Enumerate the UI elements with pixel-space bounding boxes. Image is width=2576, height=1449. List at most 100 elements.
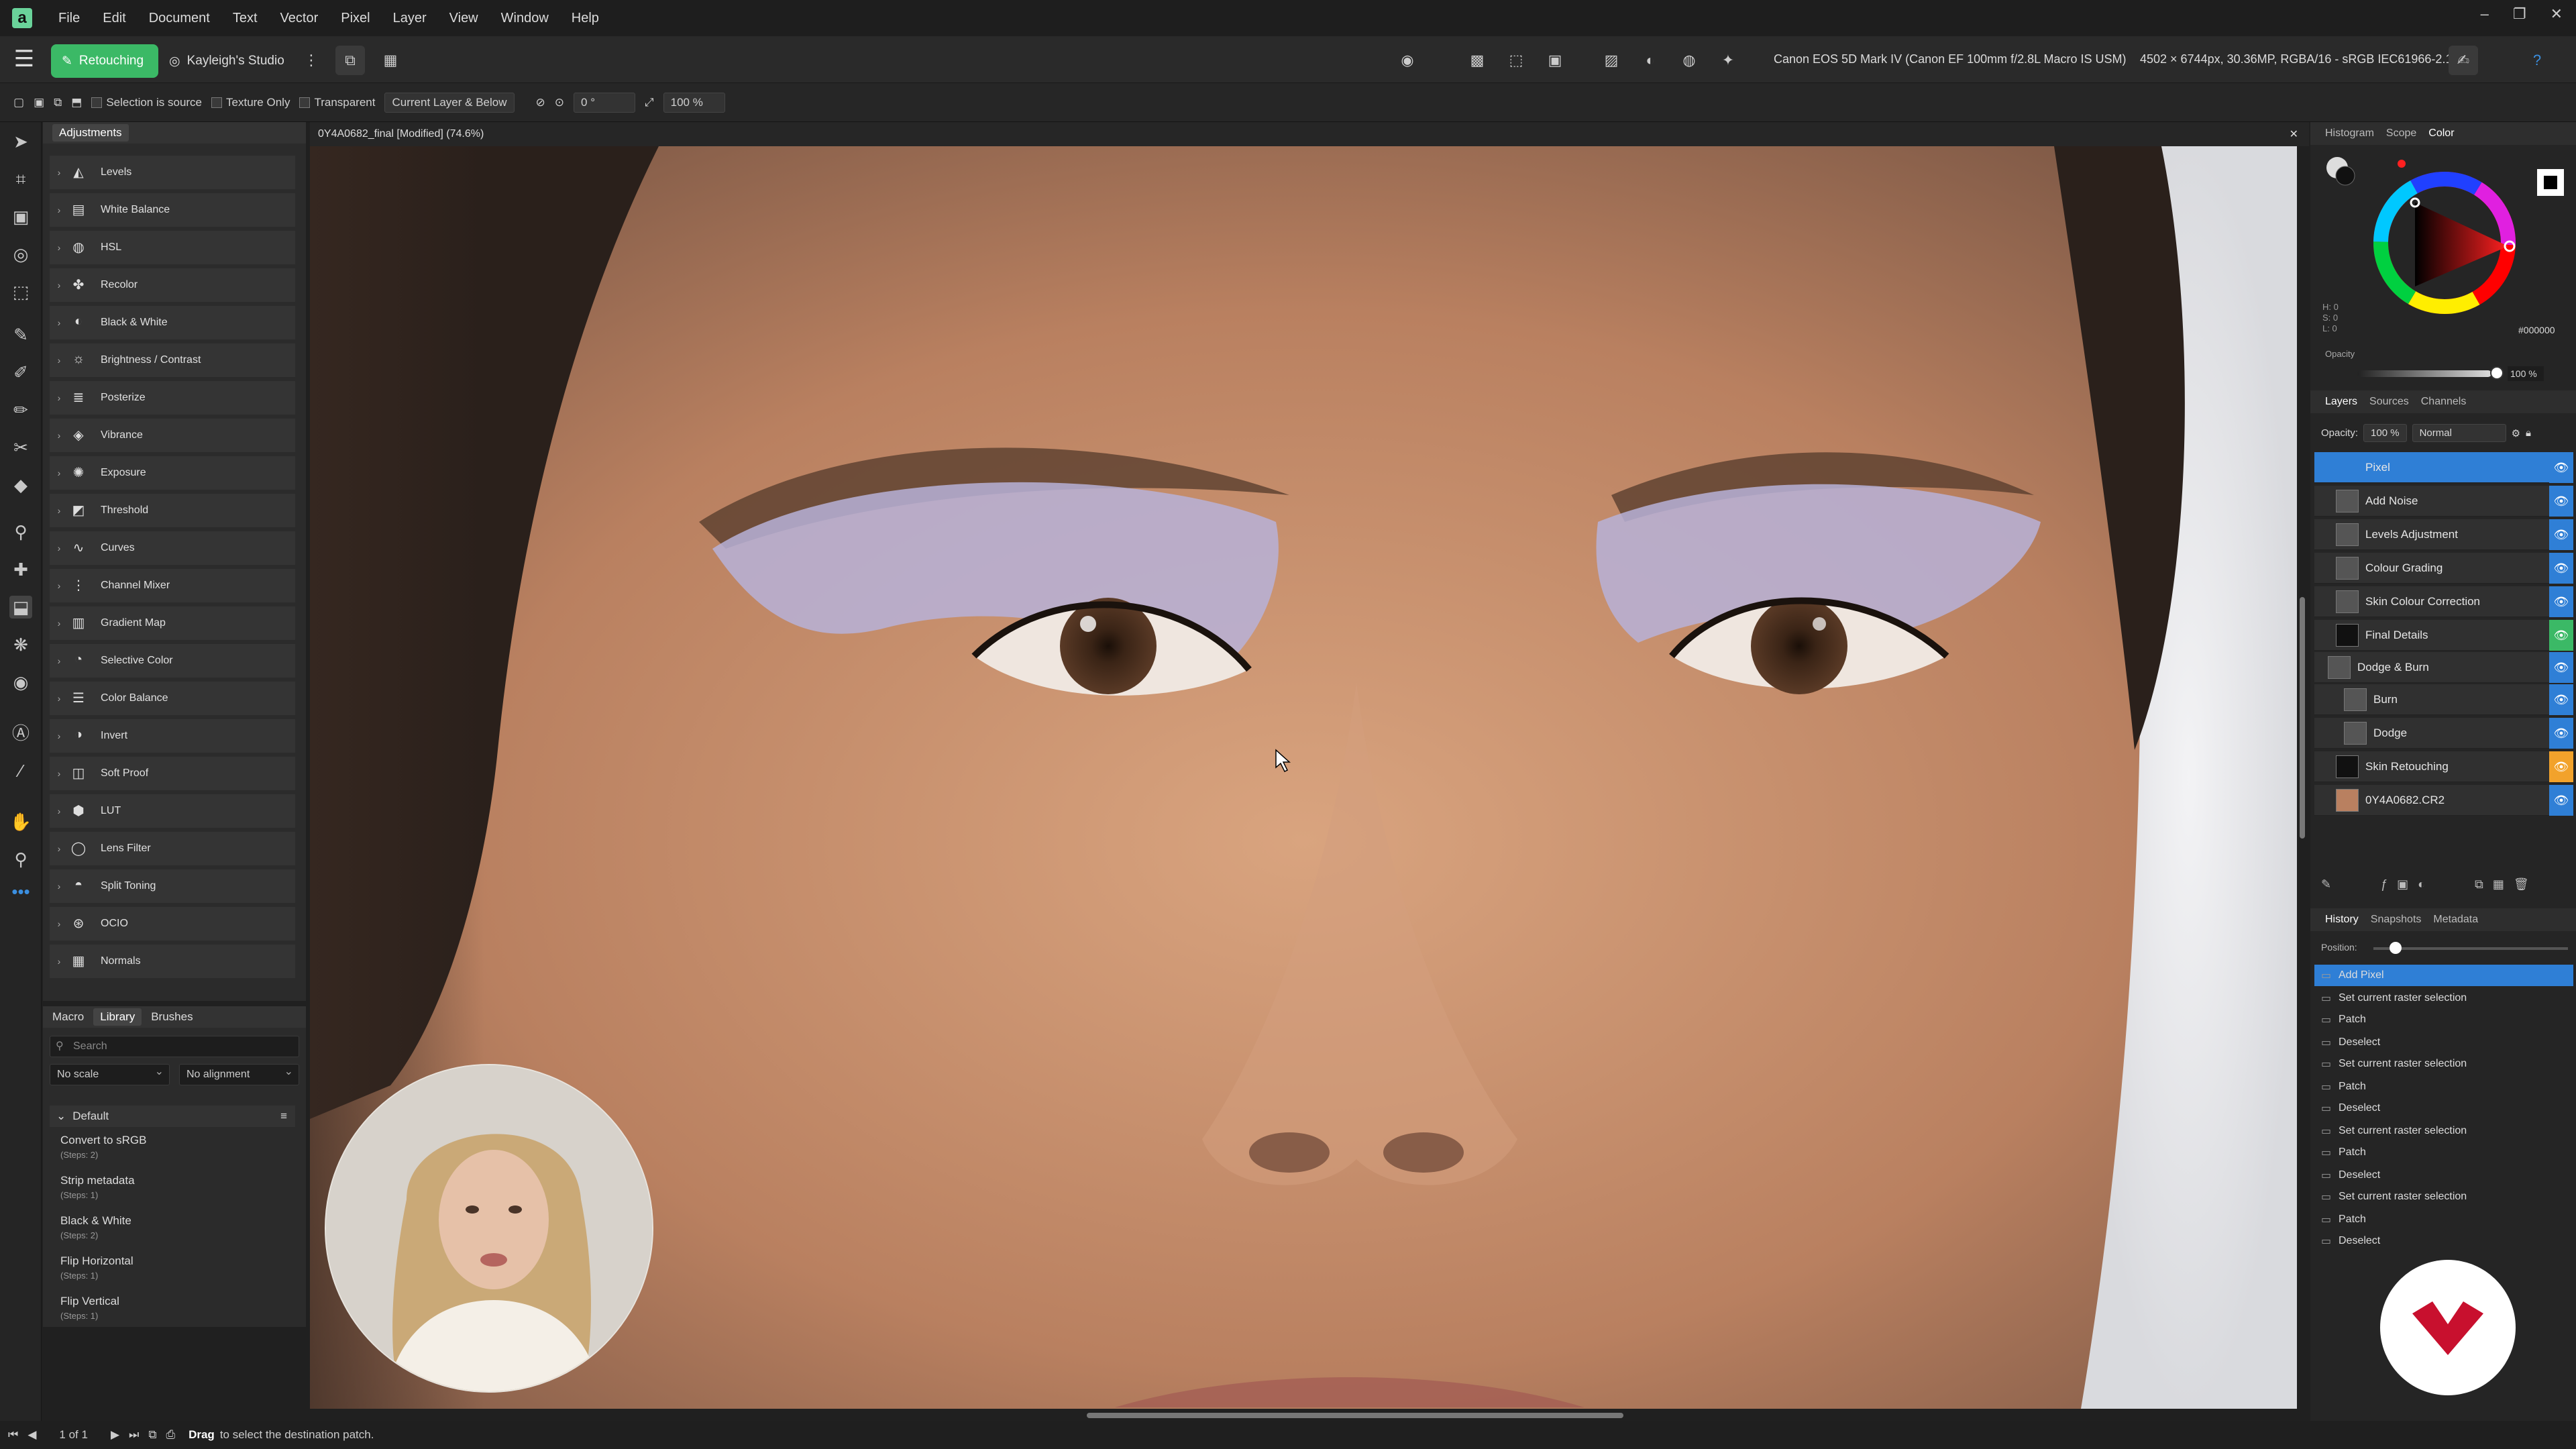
layer-row-skin-correction[interactable]: Skin Colour Correction 👁︎ <box>2314 586 2573 617</box>
mask-icon[interactable]: ▣ <box>2397 877 2408 892</box>
tab-histogram[interactable]: Histogram <box>2325 127 2374 140</box>
select-invert-icon[interactable]: ▣ <box>1540 46 1570 75</box>
mask-icon[interactable]: ◐ <box>1635 46 1665 75</box>
layer-row-burn[interactable]: Burn 👁︎ <box>2314 684 2573 715</box>
vector-tool-icon[interactable]: Ⓐ <box>9 722 32 745</box>
adj-ocio[interactable]: › ⊛ OCIO <box>50 907 295 941</box>
menu-edit[interactable]: Edit <box>91 11 137 26</box>
adjustments-tab[interactable]: Adjustments <box>52 124 129 142</box>
macro-group-header[interactable]: ⌄ Default ≡ <box>50 1106 295 1127</box>
snapping-icon[interactable]: ◉ <box>1393 46 1422 75</box>
pin-icon[interactable]: ✦ <box>1713 46 1743 75</box>
layer-row-colour-grading[interactable]: Colour Grading 👁︎ <box>2314 553 2573 584</box>
lens-tool-icon[interactable]: ◎ <box>9 243 32 266</box>
new-layer-icon[interactable]: ⧉ <box>2475 877 2483 892</box>
adj-selective-color[interactable]: › ◔ Selective Color <box>50 644 295 678</box>
adj-channel-mixer[interactable]: › ⋮ Channel Mixer <box>50 569 295 602</box>
alignment-select[interactable]: No alignment <box>179 1062 299 1085</box>
first-page-icon[interactable]: ⏮ <box>8 1428 18 1442</box>
menu-layer[interactable]: Layer <box>382 11 438 26</box>
blend-mode-select[interactable]: Normal <box>2412 424 2506 442</box>
last-page-icon[interactable]: ⏭ <box>129 1428 139 1442</box>
tab-sources[interactable]: Sources <box>2369 396 2409 408</box>
opacity-field[interactable]: 100 % <box>2508 366 2544 381</box>
opacity-slider[interactable] <box>2357 370 2491 377</box>
adj-normals[interactable]: › ▦ Normals <box>50 945 295 978</box>
tab-snapshots[interactable]: Snapshots <box>2371 914 2422 926</box>
rotation-field[interactable]: 0 ° <box>574 92 636 113</box>
fx-icon[interactable]: ƒ <box>2381 877 2387 892</box>
horizontal-scrollbar[interactable] <box>1087 1413 1623 1418</box>
info-icon[interactable]: ? <box>2522 46 2552 75</box>
hex-field[interactable]: #000000 <box>2518 325 2555 335</box>
color-picker-tool-icon[interactable]: ⁄ <box>9 759 32 782</box>
eye-icon[interactable]: 👁︎ <box>2549 486 2573 517</box>
persona-menu-icon[interactable]: ☰ <box>11 46 38 72</box>
patch-tool-icon[interactable]: ⬓ <box>9 596 32 619</box>
history-item[interactable]: Set current raster selection <box>2314 1120 2573 1142</box>
adj-black-white[interactable]: › ◐ Black & White <box>50 306 295 339</box>
menu-vector[interactable]: Vector <box>269 11 330 26</box>
more-tools-icon[interactable]: ••• <box>9 880 32 903</box>
history-item[interactable]: Patch <box>2314 1076 2573 1097</box>
history-item[interactable]: Deselect <box>2314 1230 2573 1252</box>
layer-row-levels[interactable]: Levels Adjustment 👁︎ <box>2314 519 2573 550</box>
eye-icon[interactable]: 👁︎ <box>2549 519 2573 550</box>
selection-mode-icon[interactable]: ▩ <box>1462 46 1492 75</box>
menu-file[interactable]: File <box>47 11 91 26</box>
adj-threshold[interactable]: › ◩ Threshold <box>50 494 295 527</box>
menu-view[interactable]: View <box>438 11 490 26</box>
adj-curves[interactable]: › ∿ Curves <box>50 531 295 565</box>
layer-row-dodge[interactable]: Dodge 👁︎ <box>2314 718 2573 749</box>
pencil-tool-icon[interactable]: ✏ <box>9 398 32 421</box>
paint-brush-tool-icon[interactable]: ✎ <box>9 323 32 346</box>
lock-icon[interactable]: 🔒︎ <box>2526 427 2531 439</box>
eye-icon[interactable]: 👁︎ <box>2549 586 2573 617</box>
redeye-tool-icon[interactable]: ◉ <box>9 671 32 694</box>
persona-retouching-button[interactable]: ✎ Retouching <box>51 44 158 78</box>
selection-is-source-option[interactable]: Selection is source <box>91 96 202 109</box>
marquee-tool-icon[interactable]: ⬚ <box>9 280 32 303</box>
mode-intersect-icon[interactable]: ⬒ <box>71 96 82 109</box>
eye-icon[interactable]: 👁︎ <box>2549 684 2573 715</box>
layer-row-add-noise[interactable]: Add Noise 👁︎ <box>2314 486 2573 517</box>
history-item[interactable]: Deselect <box>2314 1165 2573 1186</box>
color-wheel[interactable] <box>2310 149 2576 350</box>
layer-row-base-image[interactable]: 0Y4A0682.CR2 👁︎ <box>2314 785 2573 816</box>
history-item[interactable]: Set current raster selection <box>2314 1186 2573 1208</box>
menu-pixel[interactable]: Pixel <box>329 11 381 26</box>
zoom-tool-icon[interactable]: ⚲ <box>9 848 32 871</box>
adj-gradient-map[interactable]: › ▥ Gradient Map <box>50 606 295 640</box>
history-slider-handle[interactable] <box>2390 942 2402 954</box>
tab-scope[interactable]: Scope <box>2386 127 2416 140</box>
hand-tool-icon[interactable]: ✋ <box>9 810 32 833</box>
history-item[interactable]: Add Pixel <box>2314 965 2573 986</box>
minimize-icon[interactable]: – <box>2481 5 2489 23</box>
eye-icon[interactable]: 👁︎ <box>2549 652 2573 683</box>
adj-hsl[interactable]: › ◍ HSL <box>50 231 295 264</box>
adj-exposure[interactable]: › ✺ Exposure <box>50 456 295 490</box>
adj-posterize[interactable]: › ≣ Posterize <box>50 381 295 415</box>
adjustment-icon[interactable]: ◐ <box>2418 877 2425 892</box>
help-toggle-icon[interactable]: ✍ <box>2449 46 2478 75</box>
adj-white-balance[interactable]: › ▤ White Balance <box>50 193 295 227</box>
history-position-slider[interactable] <box>2373 947 2568 950</box>
tab-brushes[interactable]: Brushes <box>151 1010 193 1024</box>
adj-levels[interactable]: › ◭ Levels <box>50 156 295 189</box>
library-search-input[interactable]: ⚲ Search <box>50 1036 299 1057</box>
adj-brightness-contrast[interactable]: › ☼ Brightness / Contrast <box>50 343 295 377</box>
close-icon[interactable]: ✕ <box>2551 5 2563 23</box>
erase-tool-icon[interactable]: ✂ <box>9 436 32 459</box>
adj-vibrance[interactable]: › ◈ Vibrance <box>50 419 295 452</box>
adj-split-toning[interactable]: › ◓ Split Toning <box>50 869 295 903</box>
adj-soft-proof[interactable]: › ◫ Soft Proof <box>50 757 295 790</box>
eye-icon[interactable]: 👁︎ <box>2549 553 2573 584</box>
next-page-icon[interactable]: ▶ <box>111 1428 119 1442</box>
tab-channels[interactable]: Channels <box>2421 396 2467 408</box>
select-all-icon[interactable]: ⬚ <box>1501 46 1531 75</box>
vertical-scrollbar[interactable] <box>2300 597 2305 839</box>
clone-tool-icon[interactable]: ⚲ <box>9 521 32 543</box>
crop-tool-icon[interactable]: ⌗ <box>9 168 32 191</box>
mixer-brush-tool-icon[interactable]: ✐ <box>9 361 32 384</box>
tab-layers[interactable]: Layers <box>2325 396 2357 408</box>
